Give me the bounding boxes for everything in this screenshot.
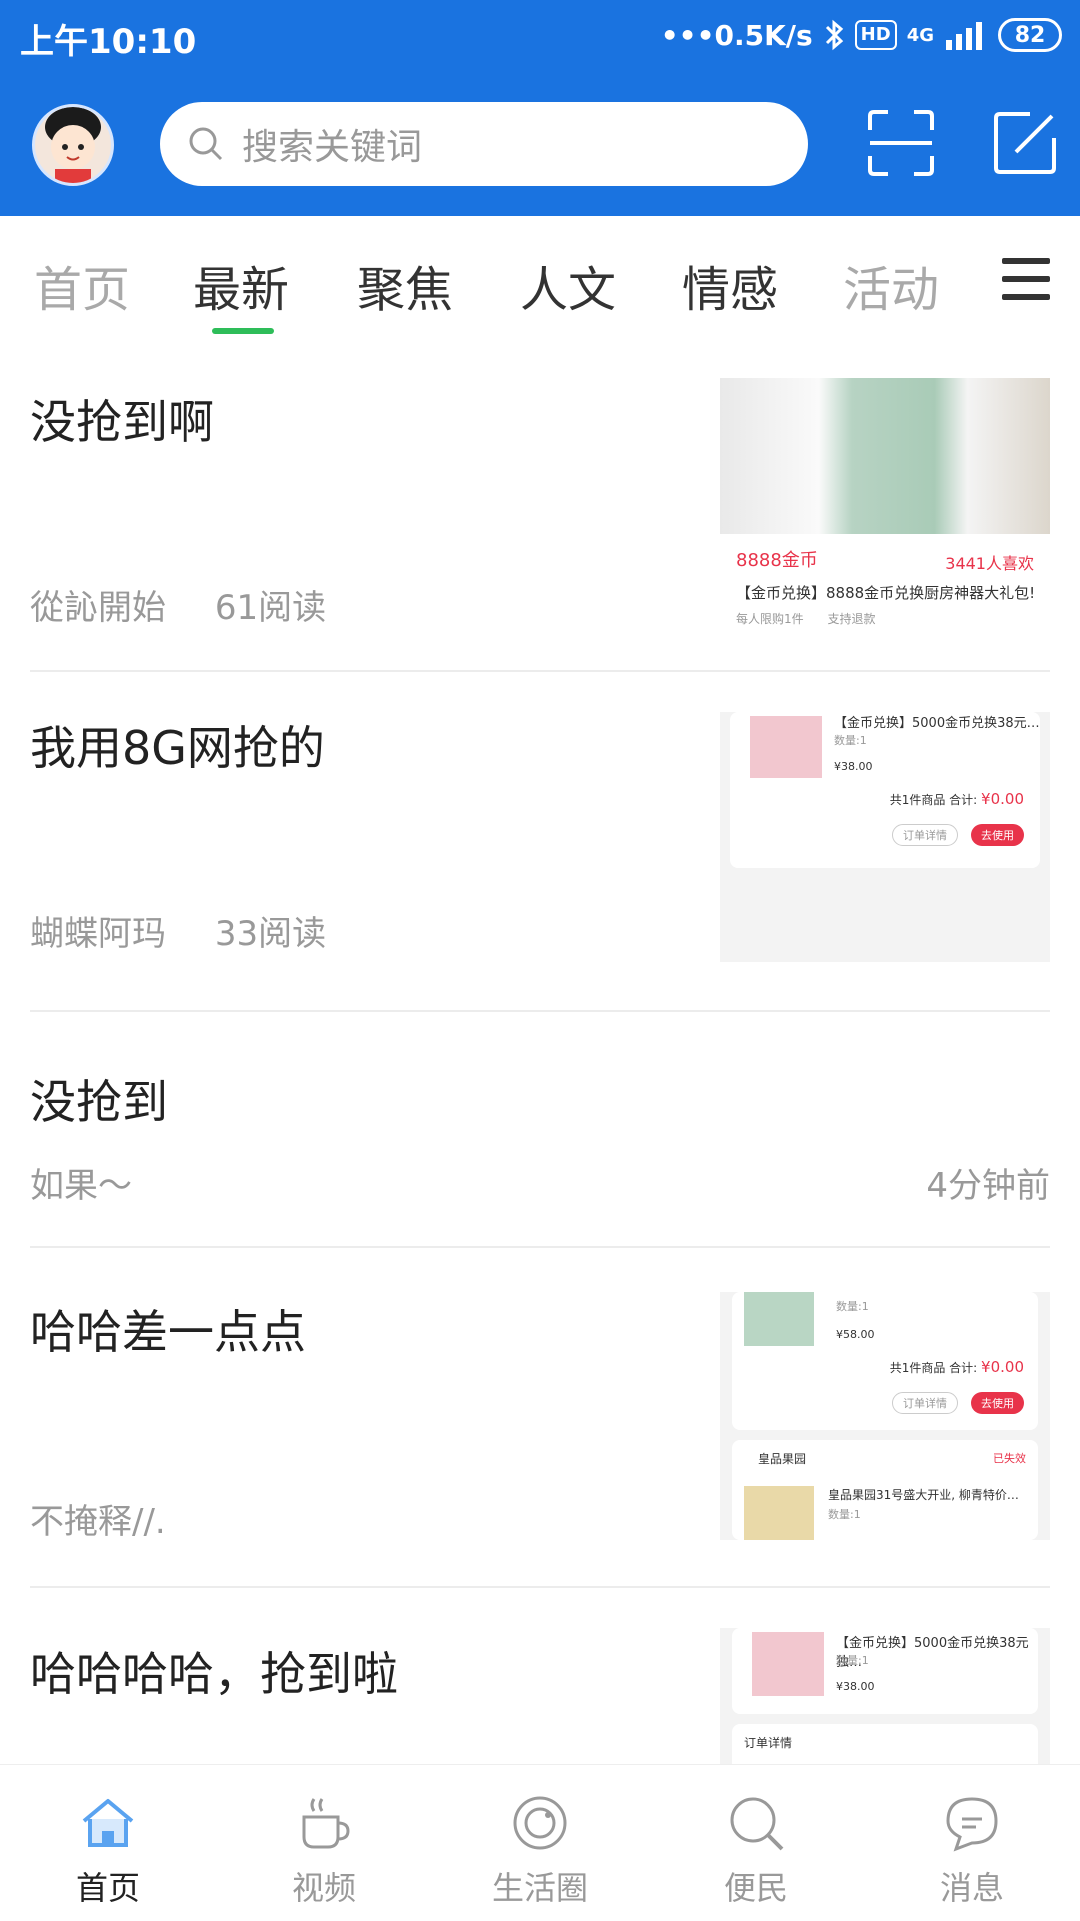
tab-emotion[interactable]: 情感 bbox=[682, 250, 778, 320]
home-icon bbox=[82, 1799, 134, 1847]
order-detail-button: 订单详情 bbox=[892, 1392, 958, 1414]
item-title: 哈哈差一点点 bbox=[30, 1305, 306, 1359]
item-title: 没抢到 bbox=[30, 1075, 168, 1129]
shop-name: 皇品果园 bbox=[758, 1452, 807, 1466]
item-author: 如果～ bbox=[30, 1166, 132, 1206]
product-image bbox=[750, 716, 822, 778]
scan-button[interactable] bbox=[866, 108, 936, 178]
compose-button[interactable] bbox=[990, 108, 1060, 178]
thumb-total: ¥0.00 bbox=[981, 790, 1024, 808]
item-author: 不掩释//. bbox=[30, 1502, 166, 1542]
item-reads: 33阅读 bbox=[214, 914, 327, 954]
coffee-icon bbox=[302, 1798, 350, 1849]
tab-culture[interactable]: 人文 bbox=[520, 250, 616, 320]
list-item[interactable]: 我用8G网抢的 蝴蝶阿玛 33阅读 【金币兑换】5000金币兑换38元… 数量:… bbox=[30, 672, 1050, 1012]
thumb-total: ¥0.00 bbox=[981, 1358, 1024, 1376]
thumb-price: 8888金币 bbox=[736, 550, 818, 571]
nav-services[interactable]: 便民 bbox=[648, 1765, 864, 1921]
item-title: 我用8G网抢的 bbox=[30, 721, 325, 775]
item-meta: 蝴蝶阿玛 33阅读 bbox=[30, 906, 364, 955]
search-icon bbox=[730, 1797, 784, 1851]
nav-video[interactable]: 视频 bbox=[216, 1765, 432, 1921]
thumb-note: 支持退款 bbox=[827, 612, 876, 626]
product-image bbox=[744, 1292, 814, 1346]
list-item[interactable]: 没抢到 如果～ 4分钟前 bbox=[30, 1012, 1050, 1248]
circle-icon bbox=[513, 1796, 567, 1850]
message-icon bbox=[946, 1797, 998, 1852]
thumb-price: ¥38.00 bbox=[836, 1680, 875, 1693]
thumb-price: ¥58.00 bbox=[836, 1328, 875, 1341]
status-bar: 上午10:10 •••0.5K/s HD 4G 82 bbox=[0, 0, 1080, 72]
bottom-navigation: 首页 视频 生活圈 便民 消息 bbox=[0, 1764, 1080, 1921]
nav-home[interactable]: 首页 bbox=[0, 1765, 216, 1921]
thumb-qty: 数量:1 bbox=[828, 1508, 861, 1521]
battery-icon: 82 bbox=[998, 18, 1062, 52]
nav-messages[interactable]: 消息 bbox=[864, 1765, 1080, 1921]
signal-icon bbox=[946, 22, 982, 50]
item-reads: 61阅读 bbox=[214, 588, 327, 628]
search-icon bbox=[189, 127, 223, 161]
item-thumbnail: 【金币兑换】5000金币兑换38元… 数量:1 ¥38.00 共1件商品 合计:… bbox=[720, 712, 1050, 962]
status-time: 上午10:10 bbox=[20, 22, 197, 62]
tab-activity[interactable]: 活动 bbox=[843, 250, 939, 320]
thumb-summary: 共1件商品 合计: bbox=[889, 793, 978, 807]
thumb-qty: 数量:1 bbox=[834, 734, 867, 747]
app-header: 搜索关键词 bbox=[0, 72, 1080, 216]
search-placeholder: 搜索关键词 bbox=[242, 127, 423, 168]
thumb-desc: 【金币兑换】8888金币兑换厨房神器大礼包! bbox=[736, 584, 1036, 602]
network-type: 4G bbox=[906, 24, 934, 46]
item-meta: 從訫開始 61阅读 bbox=[30, 580, 364, 629]
feed-list: 没抢到啊 從訫開始 61阅读 8888金币 3441人喜欢 【金币兑换】8888… bbox=[0, 346, 1080, 1788]
thumb-likes: 3441人喜欢 bbox=[945, 554, 1034, 573]
thumbnail-photo bbox=[720, 378, 1050, 534]
product-image bbox=[744, 1486, 814, 1540]
item-author: 蝴蝶阿玛 bbox=[30, 914, 166, 954]
thumb-summary: 共1件商品 合计: bbox=[889, 1361, 978, 1375]
tab-latest[interactable]: 最新 bbox=[193, 250, 289, 320]
nav-life-circle[interactable]: 生活圈 bbox=[432, 1765, 648, 1921]
scan-icon bbox=[868, 110, 934, 176]
item-time: 4分钟前 bbox=[926, 1166, 1050, 1206]
item-author: 從訫開始 bbox=[30, 588, 166, 628]
nav-label: 视频 bbox=[291, 1869, 356, 1907]
status-icons: •••0.5K/s HD 4G 82 bbox=[661, 12, 1062, 58]
thumb-note: 每人限购1件 bbox=[736, 612, 804, 626]
item-thumbnail: 8888金币 3441人喜欢 【金币兑换】8888金币兑换厨房神器大礼包! 每人… bbox=[720, 378, 1050, 634]
thumb-order: 订单详情 bbox=[744, 1736, 793, 1750]
thumb-qty: 数量:1 bbox=[836, 1654, 869, 1667]
order-detail-button: 订单详情 bbox=[892, 824, 958, 846]
thumb-price: ¥38.00 bbox=[834, 760, 873, 773]
tab-home[interactable]: 首页 bbox=[34, 250, 130, 320]
nav-label: 便民 bbox=[723, 1869, 788, 1907]
thumb-line: 【金币兑换】5000金币兑换38元… bbox=[834, 716, 1040, 731]
shop-status: 已失效 bbox=[993, 1452, 1026, 1465]
item-thumbnail: 数量:1 ¥58.00 共1件商品 合计: ¥0.00 订单详情 去使用 皇品果… bbox=[720, 1292, 1050, 1540]
nav-label: 首页 bbox=[75, 1869, 140, 1907]
network-speed: •••0.5K/s bbox=[660, 18, 813, 52]
edit-icon bbox=[994, 112, 1056, 174]
search-input[interactable]: 搜索关键词 bbox=[160, 102, 808, 186]
use-button: 去使用 bbox=[971, 1392, 1024, 1414]
active-tab-indicator bbox=[212, 328, 274, 334]
bluetooth-icon bbox=[825, 19, 843, 51]
item-meta: 如果～ bbox=[30, 1158, 170, 1207]
list-item[interactable]: 哈哈差一点点 不掩释//. 数量:1 ¥58.00 共1件商品 合计: ¥0.0… bbox=[30, 1248, 1050, 1588]
list-item[interactable]: 哈哈哈哈，抢到啦 【金币兑换】5000金币兑换38元独… 数量:1 ¥38.00… bbox=[30, 1588, 1050, 1788]
menu-icon[interactable] bbox=[1002, 258, 1050, 300]
nav-label: 生活圈 bbox=[491, 1869, 588, 1907]
avatar[interactable] bbox=[32, 104, 114, 186]
category-tabs: 首页 最新 聚焦 人文 情感 活动 bbox=[0, 216, 1080, 346]
list-item[interactable]: 没抢到啊 從訫開始 61阅读 8888金币 3441人喜欢 【金币兑换】8888… bbox=[30, 346, 1050, 672]
thumb-line: 皇品果园31号盛大开业, 柳青特价… bbox=[828, 1488, 1019, 1502]
item-title: 没抢到啊 bbox=[30, 395, 214, 449]
nav-label: 消息 bbox=[939, 1869, 1004, 1907]
item-title: 哈哈哈哈，抢到啦 bbox=[30, 1647, 398, 1701]
thumb-qty: 数量:1 bbox=[836, 1300, 869, 1313]
avatar-icon bbox=[45, 107, 101, 183]
use-button: 去使用 bbox=[971, 824, 1024, 846]
tab-focus[interactable]: 聚焦 bbox=[357, 250, 453, 320]
product-image bbox=[752, 1632, 824, 1696]
hd-badge: HD bbox=[854, 20, 897, 50]
item-meta: 不掩释//. bbox=[30, 1494, 204, 1543]
